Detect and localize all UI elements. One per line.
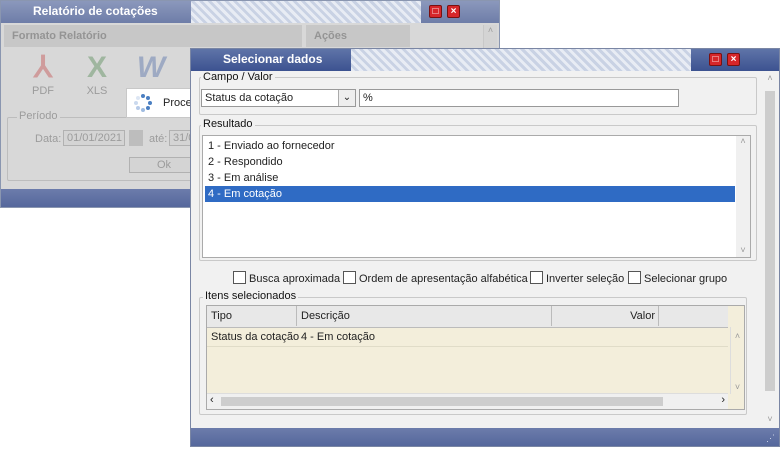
resize-grip-icon[interactable]: ⋰ bbox=[766, 433, 775, 444]
list-item-text: 4 - Em cotação bbox=[208, 188, 282, 200]
header-valor[interactable]: Valor bbox=[552, 306, 659, 326]
result-list[interactable]: 1 - Enviado ao fornecedor 2 - Respondido… bbox=[202, 135, 751, 258]
scroll-down-icon: ˅ bbox=[740, 245, 746, 255]
selected-items-table: Tipo Descrição Valor Status da cotação 4… bbox=[206, 305, 745, 410]
approximate-search-checkbox[interactable]: Busca aproximada bbox=[233, 271, 340, 285]
scroll-up-icon: ˄ bbox=[740, 136, 746, 146]
result-group-title: Resultado bbox=[201, 118, 255, 130]
maximize-icon: □ bbox=[432, 6, 439, 17]
select-data-dialog: Selecionar dados □ × Campo / Valor Statu… bbox=[190, 48, 780, 447]
list-item-text: 3 - Em análise bbox=[208, 172, 279, 184]
scroll-right-icon: › bbox=[721, 394, 725, 406]
scroll-thumb[interactable] bbox=[221, 397, 663, 406]
checkbox-icon bbox=[530, 271, 543, 284]
invert-selection-label: Inverter seleção bbox=[546, 273, 625, 285]
dialog-scroll-thumb[interactable] bbox=[765, 91, 775, 391]
alphabetical-order-label: Ordem de apresentação alfabética bbox=[359, 273, 528, 285]
spinner-icon bbox=[134, 94, 152, 112]
field-select[interactable]: Status da cotação ⌄ bbox=[201, 89, 356, 107]
field-value-group-title: Campo / Valor bbox=[201, 71, 275, 83]
value-input[interactable]: % bbox=[359, 89, 679, 107]
header-tipo[interactable]: Tipo bbox=[207, 306, 297, 326]
close-button[interactable]: × bbox=[447, 5, 460, 18]
maximize-icon: □ bbox=[712, 54, 719, 65]
scroll-down-icon: ˅ bbox=[767, 414, 773, 424]
dialog-maximize-button[interactable]: □ bbox=[709, 53, 722, 66]
list-item[interactable]: 1 - Enviado ao fornecedor bbox=[205, 138, 735, 154]
scroll-down-icon: ˅ bbox=[734, 382, 741, 392]
table-row[interactable]: Status da cotação 4 - Em cotação bbox=[207, 328, 728, 347]
list-item-text: 1 - Enviado ao fornecedor bbox=[208, 140, 335, 152]
cell-tipo: Status da cotação bbox=[211, 331, 300, 343]
dialog-titlebar-pattern bbox=[351, 49, 691, 71]
cell-descricao: 4 - Em cotação bbox=[301, 331, 375, 343]
checkbox-icon bbox=[233, 271, 246, 284]
list-item[interactable]: 2 - Respondido bbox=[205, 154, 735, 170]
select-group-label: Selecionar grupo bbox=[644, 273, 728, 285]
table-scrollbar-vertical[interactable]: ˄ ˅ bbox=[730, 327, 744, 394]
list-item-selected[interactable]: 4 - Em cotação bbox=[205, 186, 735, 202]
report-window-title: Relatório de cotações bbox=[33, 4, 158, 18]
header-descricao[interactable]: Descrição bbox=[297, 306, 552, 326]
invert-selection-checkbox[interactable]: Inverter seleção bbox=[530, 271, 624, 285]
table-scrollbar-horizontal[interactable]: ‹ › bbox=[207, 393, 728, 409]
select-group-checkbox[interactable]: Selecionar grupo bbox=[628, 271, 727, 285]
maximize-button[interactable]: □ bbox=[429, 5, 442, 18]
processing-popup: Proce bbox=[126, 88, 196, 118]
field-select-value: Status da cotação bbox=[205, 92, 294, 104]
approximate-search-label: Busca aproximada bbox=[249, 273, 341, 285]
checkbox-icon bbox=[628, 271, 641, 284]
close-icon: × bbox=[730, 54, 737, 65]
result-scrollbar[interactable]: ˄ ˅ bbox=[736, 136, 750, 257]
table-header: Tipo Descrição Valor bbox=[207, 306, 728, 328]
list-item[interactable]: 3 - Em análise bbox=[205, 170, 735, 186]
titlebar-pattern bbox=[191, 1, 421, 23]
chevron-down-icon[interactable]: ⌄ bbox=[338, 90, 355, 106]
dialog-scrollbar[interactable]: ˄ ˅ bbox=[763, 71, 777, 426]
scroll-up-icon: ˄ bbox=[767, 73, 773, 83]
value-input-text: % bbox=[363, 92, 373, 104]
dialog-close-button[interactable]: × bbox=[727, 53, 740, 66]
list-item-text: 2 - Respondido bbox=[208, 156, 283, 168]
processing-text: Proce bbox=[163, 97, 192, 109]
alphabetical-order-checkbox[interactable]: Ordem de apresentação alfabética bbox=[343, 271, 528, 285]
scroll-up-icon: ˄ bbox=[734, 331, 741, 341]
close-icon: × bbox=[450, 6, 457, 17]
selected-items-group-title: Itens selecionados bbox=[203, 290, 299, 302]
scroll-left-icon: ‹ bbox=[210, 394, 214, 406]
dialog-title: Selecionar dados bbox=[223, 52, 323, 66]
dialog-footer: ⋰ bbox=[191, 428, 779, 446]
checkbox-icon bbox=[343, 271, 356, 284]
